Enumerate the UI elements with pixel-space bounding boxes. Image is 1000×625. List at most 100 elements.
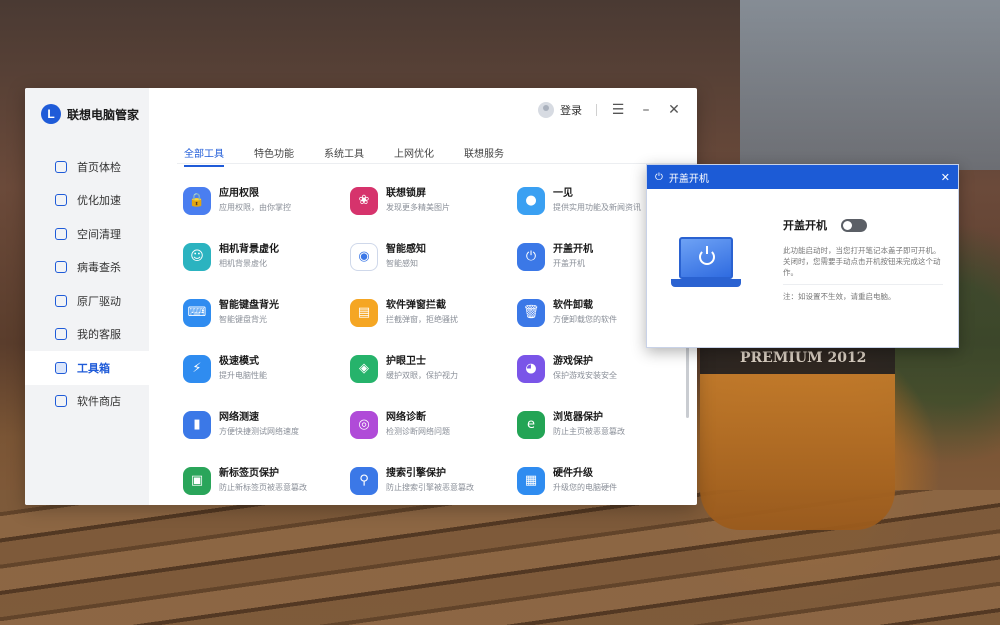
tool-item[interactable]: ☺ 相机背景虚化 相机背景虚化 <box>183 236 350 277</box>
avatar-icon[interactable] <box>538 102 554 118</box>
tool-item[interactable]: ◕ 游戏保护保护游戏安装安全 <box>517 348 683 389</box>
tool-item[interactable]: ◈ 护眼卫士 缓护双眼，保护视力 <box>350 348 517 389</box>
tool-item[interactable]: ⌨ 智能键盘背光 智能键盘背光 <box>183 292 350 333</box>
tool-item[interactable]: ◎ 网络诊断检测诊断网络问题 <box>350 404 517 445</box>
tool-desc: 升级您的电脑硬件 <box>553 483 617 492</box>
store-icon <box>55 395 67 408</box>
tool-icon: ⏻ <box>517 242 545 271</box>
tool-icon: 🔒 <box>183 186 211 215</box>
monitor-icon <box>55 160 67 173</box>
tool-text: 软件弹窗拦截拦截弹窗，拒绝骚扰 <box>386 299 458 326</box>
tool-text: 网络诊断检测诊断网络问题 <box>386 411 450 438</box>
sidebar-item-label: 优化加速 <box>77 194 121 208</box>
tool-name: 硬件升级 <box>553 468 593 479</box>
tool-desc: 方便卸载您的软件 <box>553 315 617 324</box>
tool-icon: e <box>517 410 545 439</box>
tool-desc: 智能键盘背光 <box>219 315 267 324</box>
lid-open-toggle[interactable] <box>841 218 867 232</box>
tool-item[interactable]: ❀ 联想锁屏 发现更多精美图片 <box>350 180 517 221</box>
tool-item[interactable]: ▮ 网络测速 方便快捷测试网络速度 <box>183 404 350 445</box>
laptop-base <box>671 279 741 287</box>
sidebar-item-3[interactable]: 病毒查杀 <box>25 251 149 285</box>
app-name: 联想电脑管家 <box>67 107 140 122</box>
brand: L 联想电脑管家 <box>41 104 139 124</box>
menu-icon[interactable]: ☰ <box>611 103 625 117</box>
tool-desc: 拦截弹窗，拒绝骚扰 <box>386 315 458 324</box>
tool-name: 开盖开机 <box>553 244 593 255</box>
sidebar-item-4[interactable]: 原厂驱动 <box>25 284 149 318</box>
popup-close-icon[interactable]: ✕ <box>941 171 950 184</box>
tool-text: 联想锁屏 发现更多精美图片 <box>386 187 450 214</box>
tool-text: 浏览器保护 防止主页被恶意篡改 <box>553 411 625 438</box>
tool-text: 护眼卫士 缓护双眼，保护视力 <box>386 355 458 382</box>
tool-name: 智能感知 <box>386 244 426 255</box>
tool-icon: ⚡ <box>183 354 211 383</box>
tool-item[interactable]: ▦ 硬件升级 升级您的电脑硬件 <box>517 460 683 501</box>
tool-icon: ◕ <box>517 354 545 383</box>
tool-desc: 保护游戏安装安全 <box>553 371 617 380</box>
tool-text: 硬件升级升级您的电脑硬件 <box>553 467 617 494</box>
tool-desc: 防止搜索引擎被恶意篡改 <box>386 483 474 492</box>
tool-text: 搜索引擎保护防止搜索引擎被恶意篡改 <box>386 467 474 494</box>
tool-item[interactable]: e 浏览器保护 防止主页被恶意篡改 <box>517 404 683 445</box>
tool-desc: 防止新标签页被恶意篡改 <box>219 483 307 492</box>
close-icon[interactable]: ✕ <box>667 103 681 117</box>
sidebar-item-5[interactable]: 我的客服 <box>25 318 149 352</box>
login-button[interactable]: 登录 <box>560 102 582 118</box>
tool-desc: 检测诊断网络问题 <box>386 427 450 436</box>
tool-item[interactable]: ⚲ 搜索引擎保护防止搜索引擎被恶意篡改 <box>350 460 517 501</box>
tool-name: 软件弹窗拦截 <box>386 300 446 311</box>
tool-icon: ◎ <box>350 410 378 439</box>
popup-description: 此功能启动时，当您打开笔记本盖子即可开机。关闭时，您需要手动点击开机按钮来完成这… <box>783 246 941 277</box>
tool-text: 极速模式 提升电脑性能 <box>219 355 267 382</box>
laptop-screen <box>679 237 733 279</box>
minimize-icon[interactable]: – <box>639 103 653 117</box>
tool-text: 智能感知 智能感知 <box>386 243 426 270</box>
tool-desc: 应用权限，由你掌控 <box>219 203 291 212</box>
tool-icon: ▣ <box>183 466 211 495</box>
tool-name: 游戏保护 <box>553 356 593 367</box>
tool-desc: 相机背景虚化 <box>219 259 267 268</box>
popup-note: 注：如设置不生效，请重启电脑。 <box>783 292 896 301</box>
tool-name: 网络诊断 <box>386 412 426 423</box>
tool-item[interactable]: ◉ 智能感知 智能感知 <box>350 236 517 277</box>
popup-header-title: 开盖开机 <box>668 173 709 185</box>
tool-name: 联想锁屏 <box>386 188 426 199</box>
tool-item[interactable]: ⚡ 极速模式 提升电脑性能 <box>183 348 350 389</box>
tool-text: 网络测速 方便快捷测试网络速度 <box>219 411 299 438</box>
tool-desc: 提供实用功能及新闻资讯 <box>553 203 641 212</box>
tool-desc: 智能感知 <box>386 259 418 268</box>
tool-icon: ⚲ <box>350 466 378 495</box>
tool-text: 智能键盘背光 智能键盘背光 <box>219 299 279 326</box>
sidebar-item-7[interactable]: 软件商店 <box>25 385 149 419</box>
tool-name: 软件卸载 <box>553 300 593 311</box>
toolbox-icon <box>55 361 67 374</box>
login-area[interactable]: 登录 <box>538 102 582 118</box>
sidebar-item-1[interactable]: 优化加速 <box>25 184 149 218</box>
popup-divider <box>783 284 943 285</box>
tool-icon: 🗑 <box>517 298 545 327</box>
tool-name: 搜索引擎保护 <box>386 468 446 479</box>
sidebar-item-label: 原厂驱动 <box>77 294 121 308</box>
sidebar-item-label: 软件商店 <box>77 395 121 409</box>
sidebar-item-0[interactable]: 首页体检 <box>25 150 149 184</box>
tool-item[interactable]: ▣ 新标签页保护 防止新标签页被恶意篡改 <box>183 460 350 501</box>
tool-icon: ❀ <box>350 186 378 215</box>
sidebar-item-label: 空间清理 <box>77 227 121 241</box>
popup-body: 开盖开机 此功能启动时，当您打开笔记本盖子即可开机。关闭时，您需要手动点击开机按… <box>783 217 943 302</box>
tool-icon: ⌨ <box>183 298 211 327</box>
tool-text: 开盖开机 开盖开机 <box>553 243 593 270</box>
headset-icon <box>55 328 67 341</box>
sidebar-item-6[interactable]: 工具箱 <box>25 351 149 385</box>
background-sky <box>740 0 1000 170</box>
tool-name: 极速模式 <box>219 356 259 367</box>
popup-title-row: 开盖开机 <box>783 217 943 233</box>
divider <box>596 104 597 116</box>
tool-desc: 缓护双眼，保护视力 <box>386 371 458 380</box>
tool-item[interactable]: ▤ 软件弹窗拦截 拦截弹窗，拒绝骚扰 <box>350 292 517 333</box>
sidebar-item-2[interactable]: 空间清理 <box>25 217 149 251</box>
tool-item[interactable]: 🔒 应用权限 应用权限，由你掌控 <box>183 180 350 221</box>
tool-text: 新标签页保护 防止新标签页被恶意篡改 <box>219 467 307 494</box>
tool-text: 游戏保护保护游戏安装安全 <box>553 355 617 382</box>
sidebar: L 联想电脑管家 首页体检优化加速空间清理病毒查杀原厂驱动我的客服 工具箱软件商店 <box>25 88 149 505</box>
